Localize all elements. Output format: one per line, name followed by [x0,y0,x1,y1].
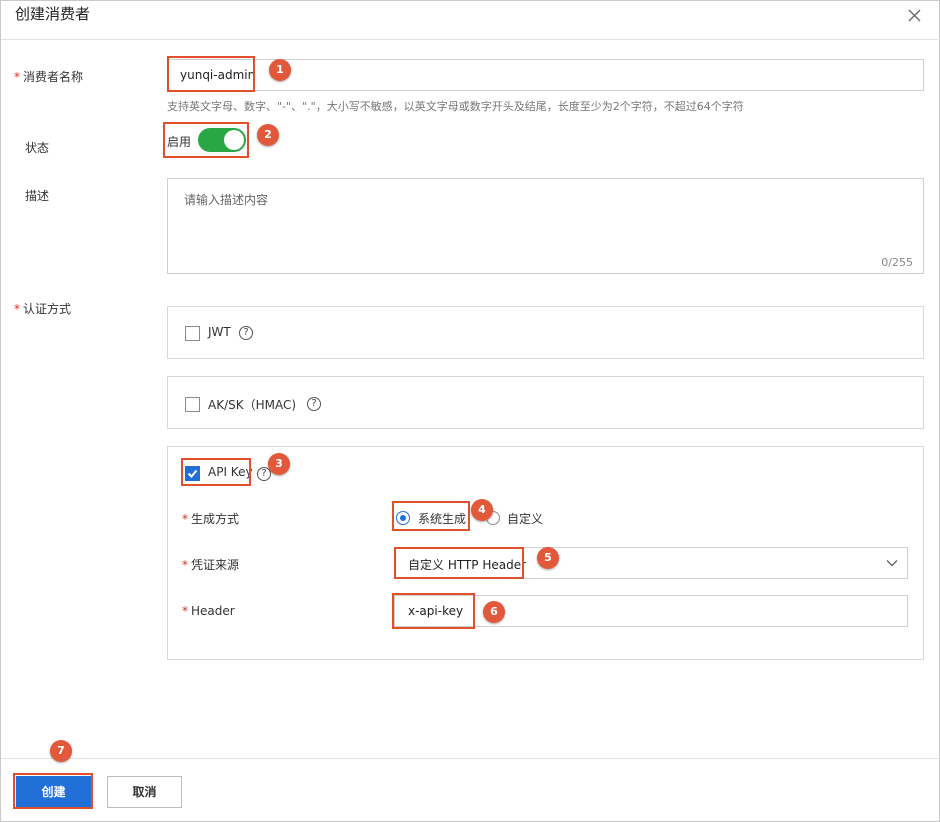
gen-method-custom-label: 自定义 [507,512,544,526]
highlight-box-2 [163,122,249,158]
highlight-box-5 [394,547,524,579]
description-placeholder: 请输入描述内容 [184,193,269,207]
aksk-label: AK/SK（HMAC) [208,398,297,412]
create-consumer-dialog: 创建消费者 * 消费者名称 yunqi-admin 1 支持英文字母、数字、"-"… [0,0,940,822]
aksk-checkbox[interactable] [185,397,200,412]
jwt-checkbox[interactable] [185,326,200,341]
highlight-box-3 [181,458,251,486]
jwt-label: JWT [208,325,231,339]
consumer-name-label-text: 消费者名称 [23,70,84,84]
highlight-box-6 [392,593,475,629]
footer-divider [1,758,940,759]
header-label-text: Header [191,604,235,618]
description-label: 描述 [25,189,50,203]
highlight-box-4 [392,501,470,531]
required-mark: * [14,302,20,316]
highlight-box-1 [167,56,255,92]
gen-method-label-text: 生成方式 [191,512,240,526]
close-icon [908,9,921,22]
annotation-badge-6: 6 [483,601,505,623]
annotation-badge-1: 1 [269,59,291,81]
description-counter: 0/255 [881,256,913,269]
consumer-name-hint: 支持英文字母、数字、"-"、"."，大小写不敏感，以英文字母或数字开头及结尾，长… [167,100,744,113]
help-icon[interactable]: ? [307,397,321,411]
auth-option-jwt-panel: JWT ? [167,306,924,359]
help-icon[interactable]: ? [239,326,253,340]
status-label: 状态 [25,141,50,155]
auth-option-aksk-panel: AK/SK（HMAC) ? [167,376,924,429]
source-label-text: 凭证来源 [191,558,240,572]
annotation-badge-3: 3 [268,453,290,475]
required-mark: * [182,512,188,526]
chevron-down-icon [886,560,898,567]
annotation-badge-2: 2 [257,124,279,146]
source-label: * 凭证来源 [182,556,239,573]
highlight-box-7 [13,773,93,809]
annotation-badge-7: 7 [50,740,72,762]
dialog-title: 创建消费者 [15,5,91,23]
annotation-badge-5: 5 [537,547,559,569]
header-divider [1,39,940,40]
annotation-badge-4: 4 [471,499,493,521]
required-mark: * [14,70,20,84]
close-button[interactable] [904,5,926,27]
header-label: * Header [182,604,235,618]
auth-method-label: * 认证方式 [14,300,71,317]
gen-method-label: * 生成方式 [182,510,239,527]
auth-method-label-text: 认证方式 [23,302,72,316]
consumer-name-label: * 消费者名称 [14,68,83,85]
required-mark: * [182,558,188,572]
cancel-button[interactable]: 取消 [107,776,182,808]
required-mark: * [182,604,188,618]
description-textarea[interactable]: 请输入描述内容 0/255 [167,178,924,274]
